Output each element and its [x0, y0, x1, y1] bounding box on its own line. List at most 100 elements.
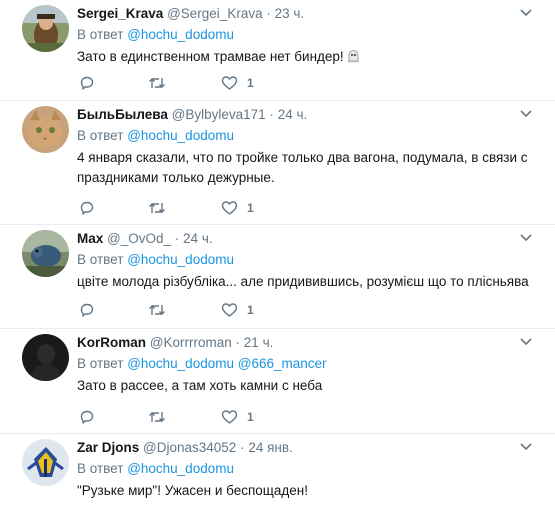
reply-icon: [80, 410, 94, 424]
mention-link[interactable]: @666_mancer: [238, 356, 327, 371]
like-count: 1: [247, 76, 254, 90]
tweet-header: Max @_OvOd_ · 24 ч.: [77, 229, 541, 248]
tweet-header: KorRoman @Korrrroman · 21 ч.: [77, 333, 541, 352]
tweet[interactable]: Zar Djons @Djonas34052 · 24 янв. В ответ…: [0, 434, 555, 509]
tweet[interactable]: Sergei_Krava @Sergei_Krava · 23 ч. В отв…: [0, 0, 555, 101]
avatar-image: [22, 5, 69, 52]
reply-prefix: В ответ: [77, 356, 124, 371]
retweet-icon: [149, 305, 165, 315]
avatar-image: [22, 230, 69, 277]
author-name[interactable]: Sergei_Krava: [77, 6, 163, 21]
author-name[interactable]: БыльБылева: [77, 107, 168, 122]
separator-dot: ·: [235, 335, 241, 350]
reply-context: В ответ @hochu_dodomu: [77, 250, 541, 269]
heart-icon: [221, 303, 238, 317]
reply-context: В ответ @hochu_dodomu @666_mancer: [77, 354, 541, 373]
retweet-icon: [149, 412, 165, 422]
like-count: 1: [247, 410, 254, 424]
tweet-text: "Рузьке мир"! Ужасен и беспощаден!: [77, 483, 308, 498]
reply-button[interactable]: [79, 74, 95, 92]
separator-dot: ·: [269, 107, 274, 122]
tweet[interactable]: БыльБылева @Bylbyleva171 · 24 ч. В ответ…: [0, 101, 555, 225]
reply-button[interactable]: [79, 199, 95, 217]
author-handle[interactable]: @Korrrroman: [150, 335, 232, 350]
tweet-text: цвіте молода різбубліка... але придививш…: [77, 274, 529, 289]
chevron-down-icon: [520, 443, 532, 451]
avatar-image: [22, 106, 69, 153]
tweet-timestamp[interactable]: 24 ч.: [183, 231, 213, 246]
like-button[interactable]: 1: [221, 301, 254, 319]
tweet[interactable]: Max @_OvOd_ · 24 ч. В ответ @hochu_dodom…: [0, 225, 555, 329]
retweet-button[interactable]: [148, 408, 166, 426]
like-count: 1: [247, 303, 254, 317]
chevron-down-icon: [520, 234, 532, 242]
author-name[interactable]: Zar Djons: [77, 440, 139, 455]
retweet-icon: [149, 203, 165, 213]
tweet-timestamp[interactable]: 24 янв.: [248, 440, 292, 455]
mention-link[interactable]: @hochu_dodomu: [127, 128, 234, 143]
tweet-timestamp[interactable]: 23 ч.: [275, 6, 305, 21]
reply-button[interactable]: [79, 408, 95, 426]
tweet-text: Зато в единственном трамвае нет биндер!: [77, 47, 541, 67]
author-handle[interactable]: @_OvOd_: [107, 231, 171, 246]
author-handle[interactable]: @Djonas34052: [143, 440, 236, 455]
reply-context: В ответ @hochu_dodomu: [77, 459, 541, 478]
reply-icon: [80, 201, 94, 215]
heart-icon: [221, 410, 238, 424]
author-name[interactable]: KorRoman: [77, 335, 146, 350]
like-button[interactable]: 1: [221, 74, 254, 92]
author-handle[interactable]: @Sergei_Krava: [167, 6, 263, 21]
chevron-down-icon: [520, 9, 532, 17]
tweet-header: Sergei_Krava @Sergei_Krava · 23 ч.: [77, 4, 541, 23]
reply-button[interactable]: [79, 301, 95, 319]
mention-link[interactable]: @hochu_dodomu: [127, 356, 234, 371]
avatar-image: [22, 334, 69, 381]
avatar-image: [22, 439, 69, 486]
reply-prefix: В ответ: [77, 27, 124, 42]
avatar[interactable]: [22, 106, 69, 153]
tweet[interactable]: KorRoman @Korrrroman · 21 ч. В ответ @ho…: [0, 329, 555, 434]
tweet-header: БыльБылева @Bylbyleva171 · 24 ч.: [77, 105, 541, 124]
reply-context: В ответ @hochu_dodomu: [77, 25, 541, 44]
reply-icon: [80, 303, 94, 317]
reply-prefix: В ответ: [77, 461, 124, 476]
reply-prefix: В ответ: [77, 128, 124, 143]
heart-icon: [221, 201, 238, 215]
author-name[interactable]: Max: [77, 231, 103, 246]
mention-link[interactable]: @hochu_dodomu: [127, 252, 234, 267]
avatar[interactable]: [22, 439, 69, 486]
reply-context: В ответ @hochu_dodomu: [77, 126, 541, 145]
separator-dot: ·: [240, 440, 245, 455]
tweet-menu-button[interactable]: [519, 442, 533, 452]
mention-link[interactable]: @hochu_dodomu: [127, 461, 234, 476]
avatar[interactable]: [22, 334, 69, 381]
tweet-menu-button[interactable]: [519, 233, 533, 243]
like-count: 1: [247, 201, 254, 215]
tweet-timestamp[interactable]: 21 ч.: [244, 335, 274, 350]
tweet-timestamp[interactable]: 24 ч.: [278, 107, 308, 122]
avatar[interactable]: [22, 230, 69, 277]
chevron-down-icon: [520, 338, 532, 346]
author-handle[interactable]: @Bylbyleva171: [172, 107, 266, 122]
chevron-down-icon: [520, 110, 532, 118]
avatar[interactable]: [22, 5, 69, 52]
reply-prefix: В ответ: [77, 252, 124, 267]
replies-feed: Sergei_Krava @Sergei_Krava · 23 ч. В отв…: [0, 0, 555, 509]
retweet-button[interactable]: [148, 74, 166, 92]
like-button[interactable]: 1: [221, 408, 254, 426]
retweet-button[interactable]: [148, 301, 166, 319]
tweet-header: Zar Djons @Djonas34052 · 24 янв.: [77, 438, 541, 457]
mention-link[interactable]: @hochu_dodomu: [127, 27, 234, 42]
reply-icon: [80, 76, 94, 90]
retweet-button[interactable]: [148, 199, 166, 217]
tweet-text-content: Зато в единственном трамвае нет биндер!: [77, 49, 344, 64]
separator-dot: ·: [266, 6, 271, 21]
tweet-menu-button[interactable]: [519, 109, 533, 119]
ghost-emoji-icon: [347, 49, 360, 63]
tweet-menu-button[interactable]: [519, 8, 533, 18]
tweet-menu-button[interactable]: [519, 337, 533, 347]
like-button[interactable]: 1: [221, 199, 254, 217]
retweet-icon: [149, 78, 165, 88]
tweet-text: Зато в рассее, а там хоть камни с неба: [77, 378, 323, 393]
heart-icon: [221, 76, 238, 90]
